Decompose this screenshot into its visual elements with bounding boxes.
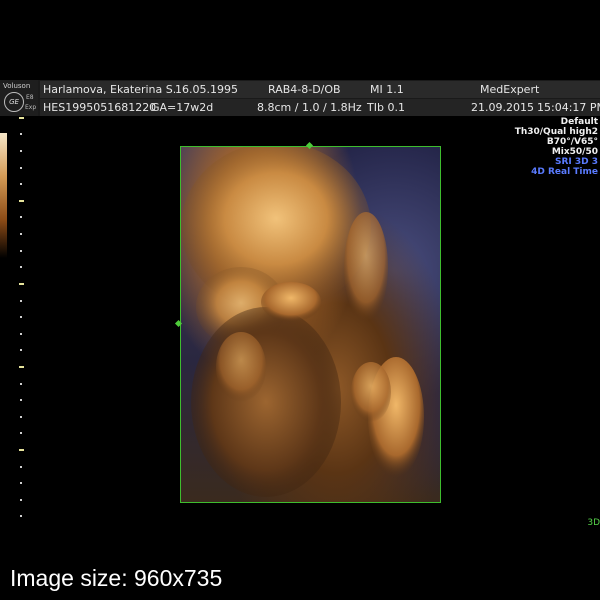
- mi-value: MI 1.1: [370, 83, 404, 96]
- preset-label: Default: [560, 117, 598, 127]
- depth-tick: [20, 333, 22, 335]
- depth-tick: [19, 200, 24, 202]
- render-mode-label: 3D: [587, 518, 600, 528]
- depth-tick: [20, 150, 22, 152]
- depth-frequency: 8.8cm / 1.0 / 1.8Hz: [257, 101, 362, 114]
- exp-label: Exp: [25, 104, 37, 111]
- depth-tick: [20, 316, 22, 318]
- depth-tick: [20, 167, 22, 169]
- depth-tick: [20, 466, 22, 468]
- brand-label: Voluson: [3, 82, 31, 90]
- probe-label: RAB4-8-D/OB: [268, 83, 341, 96]
- depth-tick: [20, 266, 22, 268]
- depth-tick: [19, 366, 24, 368]
- header-row-2: HES1995051681220 GA=17w2d 8.8cm / 1.0 / …: [40, 99, 600, 116]
- depth-tick: [20, 133, 22, 135]
- exam-date: 21.09.2015: [471, 101, 534, 114]
- depth-tick: [20, 399, 22, 401]
- acquisition-params: Default Th30/Qual high2 B70°/V65° Mix50/…: [515, 117, 598, 177]
- model-label: E8: [26, 94, 34, 101]
- fetus-render-image: [181, 147, 424, 497]
- patient-dob: 16.05.1995: [175, 83, 238, 96]
- ge-logo-icon: GE: [4, 92, 24, 112]
- exam-time: 15:04:17 PM: [537, 101, 600, 114]
- depth-tick: [20, 416, 22, 418]
- mix-label: Mix50/50: [551, 147, 598, 157]
- depth-tick: [20, 250, 22, 252]
- gestational-age: GA=17w2d: [151, 101, 214, 114]
- mode-label: 4D Real Time: [531, 167, 598, 177]
- depth-tick: [19, 449, 24, 451]
- angles-label: B70°/V65°: [546, 137, 598, 147]
- depth-tick: [20, 300, 22, 302]
- depth-tick: [20, 499, 22, 501]
- depth-tick: [19, 117, 24, 119]
- tib-value: TIb 0.1: [367, 101, 405, 114]
- depth-tick: [20, 183, 22, 185]
- quality-label: Th30/Qual high2: [514, 127, 598, 137]
- depth-tick: [20, 383, 22, 385]
- depth-tick: [20, 216, 22, 218]
- institution-name: MedExpert: [480, 83, 540, 96]
- depth-tick: [20, 515, 22, 517]
- header-row-1: Harlamova, Ekaterina S. 16.05.1995 RAB4-…: [40, 81, 600, 98]
- depth-tick: [20, 233, 22, 235]
- patient-name: Harlamova, Ekaterina S.: [43, 83, 177, 96]
- sri-label: SRI 3D 3: [554, 157, 598, 167]
- depth-tick: [20, 482, 22, 484]
- depth-tick: [20, 432, 22, 434]
- depth-tick: [20, 349, 22, 351]
- depth-tick: [19, 283, 24, 285]
- render-viewport[interactable]: [180, 146, 441, 503]
- image-size-caption: Image size: 960x735: [10, 565, 223, 591]
- color-scale-bar: [0, 133, 7, 258]
- patient-id: HES1995051681220: [43, 101, 157, 114]
